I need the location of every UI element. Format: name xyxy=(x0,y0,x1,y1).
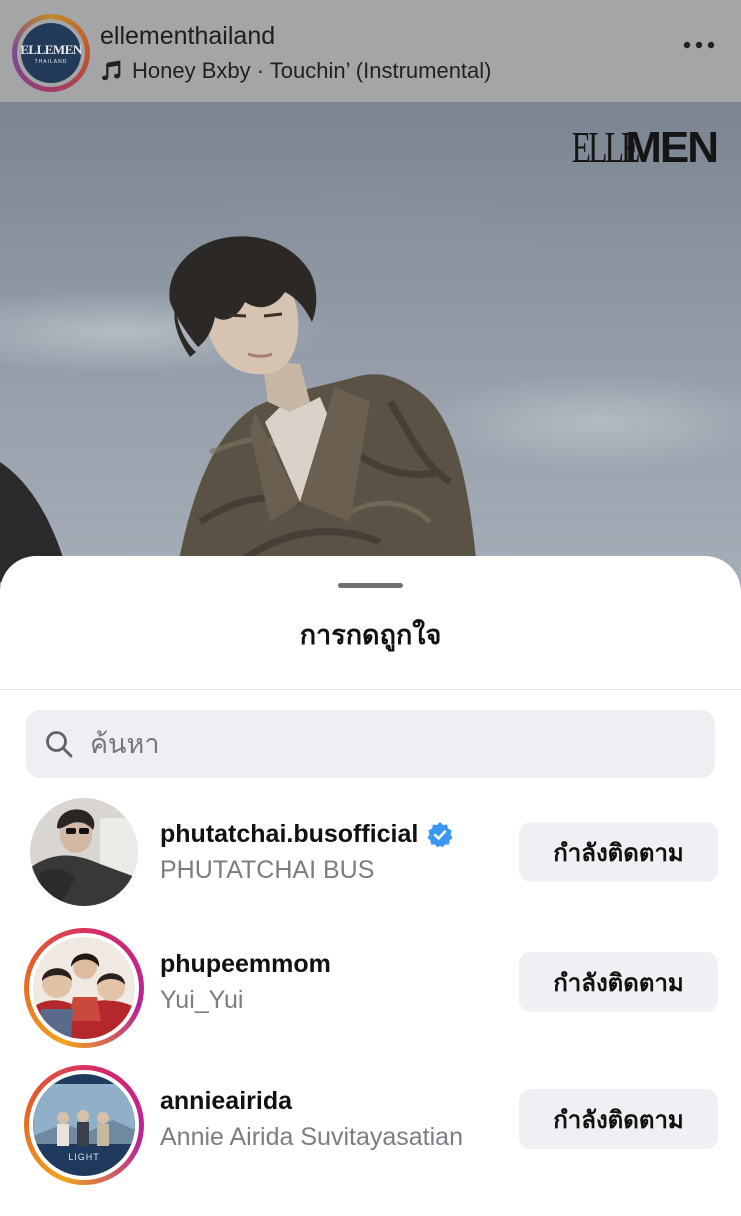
music-note-icon xyxy=(102,60,121,81)
following-button[interactable]: กำลังติดตาม xyxy=(519,822,718,882)
search-bar[interactable] xyxy=(26,710,715,778)
liker-row[interactable]: LIGHT annieairida Annie Airida Suvitayas… xyxy=(0,1065,741,1201)
avatar-photo xyxy=(33,937,135,1039)
post-photo-figure xyxy=(0,236,478,582)
liker-row[interactable]: phutatchai.busofficial PHUTATCHAI BUS กำ… xyxy=(0,798,741,934)
liker-username-text: annieairida xyxy=(160,1087,292,1115)
liker-username[interactable]: phutatchai.busofficial xyxy=(160,820,454,849)
brand-logo-elle: ELLE xyxy=(571,123,640,172)
liker-username-text: phupeemmom xyxy=(160,950,331,978)
post-photo[interactable]: ELLE MEN xyxy=(0,102,741,582)
post-music-label: Honey Bxby · Touchin’ (Instrumental) xyxy=(132,58,492,83)
liker-full-name: PHUTATCHAI BUS xyxy=(160,856,375,884)
liker-row[interactable]: phupeemmom Yui_Yui กำลังติดตาม xyxy=(0,928,741,1064)
likes-sheet: การกดถูกใจ ph xyxy=(0,556,741,1216)
post-username[interactable]: ellementhailand xyxy=(100,22,275,51)
avatar[interactable] xyxy=(24,798,144,918)
search-icon xyxy=(46,731,73,758)
avatar-photo xyxy=(30,798,138,906)
post-music-link[interactable]: Honey Bxby · Touchin’ (Instrumental) xyxy=(100,58,492,84)
liker-full-name: Annie Airida Suvitayasatian xyxy=(160,1123,463,1151)
avatar[interactable]: LIGHT xyxy=(24,1065,144,1185)
brand-logo-men: MEN xyxy=(625,123,719,172)
following-button[interactable]: กำลังติดตาม xyxy=(519,952,718,1012)
avatar-logo-text: ELLEMEN xyxy=(20,41,82,57)
brand-logo: ELLE MEN xyxy=(546,122,719,172)
avatar-logo-subtext: THAILAND xyxy=(34,58,68,65)
liker-full-name: Yui_Yui xyxy=(160,986,244,1014)
more-options-icon[interactable] xyxy=(683,40,715,50)
post-header: ELLEMEN THAILAND ellementhailand Honey B… xyxy=(0,0,741,102)
avatar-photo: LIGHT xyxy=(33,1074,135,1176)
divider xyxy=(0,689,741,690)
liker-username-text: phutatchai.busofficial xyxy=(160,820,419,848)
liker-username[interactable]: phupeemmom xyxy=(160,950,331,979)
sheet-title: การกดถูกใจ xyxy=(299,620,442,650)
following-button[interactable]: กำลังติดตาม xyxy=(519,1089,718,1149)
sheet-drag-handle[interactable] xyxy=(338,583,403,588)
svg-text:LIGHT: LIGHT xyxy=(68,1152,100,1162)
avatar[interactable] xyxy=(24,928,144,1048)
search-input[interactable] xyxy=(88,727,692,761)
verified-badge-icon xyxy=(427,821,453,847)
liker-username[interactable]: annieairida xyxy=(160,1087,292,1116)
post-author-avatar[interactable]: ELLEMEN THAILAND xyxy=(12,14,90,92)
